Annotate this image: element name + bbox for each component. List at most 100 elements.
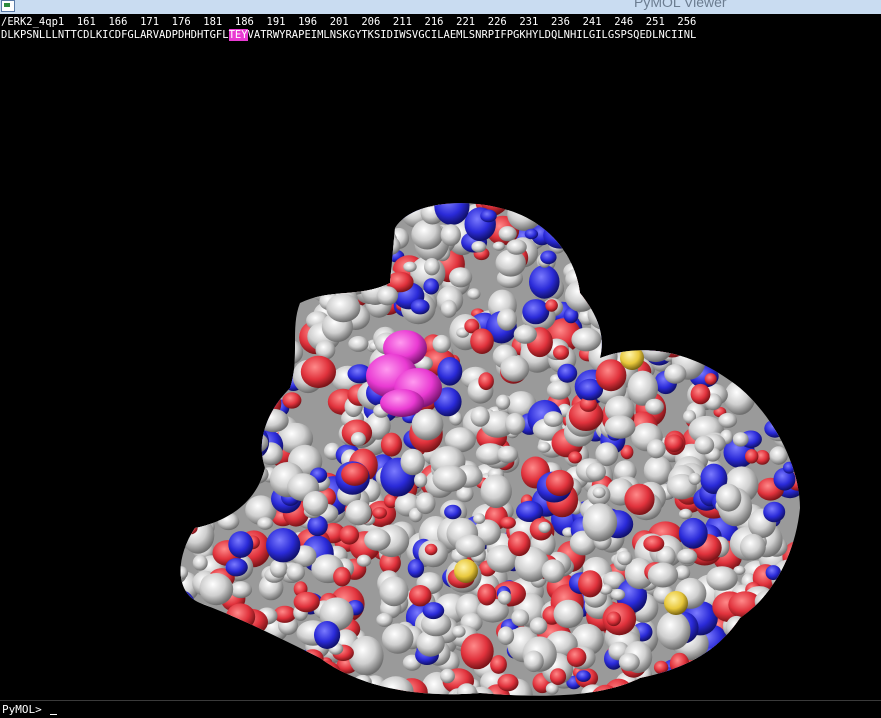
surface-patch [798, 585, 800, 607]
surface-patch [592, 486, 606, 499]
surface-patch [333, 684, 354, 696]
surface-patch [772, 331, 786, 344]
surface-patch [225, 246, 261, 280]
surface-patch [300, 355, 336, 388]
surface-patch [744, 286, 772, 313]
surface-patch [694, 435, 715, 455]
surface-patch [342, 234, 371, 260]
surface-patch [662, 203, 684, 217]
surface-patch [717, 350, 742, 378]
surface-patch [580, 229, 607, 249]
surface-patch [324, 229, 357, 261]
surface-patch [240, 259, 270, 289]
surface-patch [772, 203, 800, 226]
surface-patch [606, 611, 621, 627]
surface-patch [195, 653, 227, 678]
surface-patch [529, 265, 560, 299]
surface-patch [316, 682, 345, 696]
surface-patch [212, 476, 229, 494]
pymol-app-icon[interactable] [1, 0, 15, 12]
surface-patch [773, 279, 787, 292]
surface-patch [221, 444, 245, 466]
surface-patch [246, 679, 277, 696]
surface-patch [710, 208, 740, 232]
surface-patch [604, 415, 636, 439]
surface-patch [511, 609, 530, 627]
surface-patch [596, 262, 623, 285]
sequence-viewer[interactable]: /ERK2_4qp1 161 166 171 176 181 186 191 1… [0, 14, 881, 70]
surface-patch [615, 215, 651, 254]
surface-patch [214, 396, 249, 434]
protein-surface-render[interactable] [0, 58, 881, 700]
surface-patch [507, 531, 531, 557]
surface-patch [761, 670, 790, 696]
surface-patch [411, 408, 444, 441]
surface-patch [282, 392, 302, 409]
selected-residues-tey[interactable]: TEY [228, 29, 248, 41]
surface-patch [243, 271, 257, 283]
residues-before-selection[interactable]: DLKPSNLLLNTTCDLKICDFGLARVADPDHDHTGFL [1, 29, 229, 41]
surface-patch [584, 203, 612, 227]
surface-patch [320, 669, 350, 696]
surface-patch [467, 288, 481, 300]
surface-patch [564, 280, 598, 312]
surface-patch [727, 300, 758, 324]
surface-patch [500, 355, 530, 382]
surface-patch [748, 241, 765, 258]
surface-patch [477, 583, 497, 606]
surface-patch [180, 601, 201, 620]
sulfur-patch [620, 346, 644, 370]
surface-patch [180, 220, 191, 240]
surface-patch [724, 210, 752, 232]
surface-patch [180, 203, 195, 222]
surface-patch [161, 658, 180, 678]
residues-after-selection[interactable]: VATRWYRAPEIMLNSKGYTKSIDIWSVGCILAEMLSNRPI… [248, 29, 697, 41]
surface-patch [754, 590, 780, 613]
sequence-residues[interactable]: DLKPSNLLLNTTCDLKICDFGLARVADPDHDHTGFLTEYV… [1, 28, 881, 42]
surface-patch [651, 333, 664, 344]
surface-patch [623, 203, 644, 209]
surface-patch [230, 442, 249, 458]
surface-patch [680, 227, 709, 257]
surface-patch [254, 203, 281, 220]
surface-patch [255, 297, 288, 335]
surface-patch [192, 554, 208, 571]
surface-patch [783, 606, 800, 632]
surface-patch [180, 501, 192, 529]
surface-patch [496, 445, 519, 463]
surface-patch [410, 299, 430, 315]
surface-patch [313, 263, 338, 289]
surface-patch [180, 214, 202, 244]
surface-patch [455, 534, 486, 558]
surface-patch [649, 232, 685, 263]
surface-patch [314, 621, 341, 649]
surface-patch [421, 203, 438, 207]
surface-patch [733, 227, 758, 254]
surface-patch [348, 336, 369, 352]
surface-patch [388, 203, 408, 213]
surface-patch [672, 329, 698, 353]
surface-patch [260, 635, 283, 655]
surface-patch [340, 690, 354, 696]
surface-patch [576, 670, 591, 682]
sulfur-patch [664, 591, 688, 615]
surface-patch [735, 671, 759, 690]
surface-patch [345, 272, 359, 287]
surface-patch [771, 244, 798, 270]
surface-patch [668, 233, 702, 270]
surface-patch [610, 588, 626, 601]
surface-patch [612, 203, 638, 217]
command-line[interactable]: PyMOL> [0, 700, 881, 718]
surface-patch [743, 630, 777, 668]
surface-patch [643, 535, 665, 552]
surface-patch [217, 512, 240, 531]
surface-patch [223, 250, 237, 264]
surface-patch [686, 672, 716, 696]
surface-patch [589, 262, 614, 289]
surface-patch [444, 504, 462, 520]
surface-patch [714, 300, 731, 319]
sulfur-patch [454, 559, 478, 583]
surface-patch [719, 221, 753, 247]
3d-viewport[interactable] [0, 58, 881, 700]
surface-patch [180, 619, 196, 635]
